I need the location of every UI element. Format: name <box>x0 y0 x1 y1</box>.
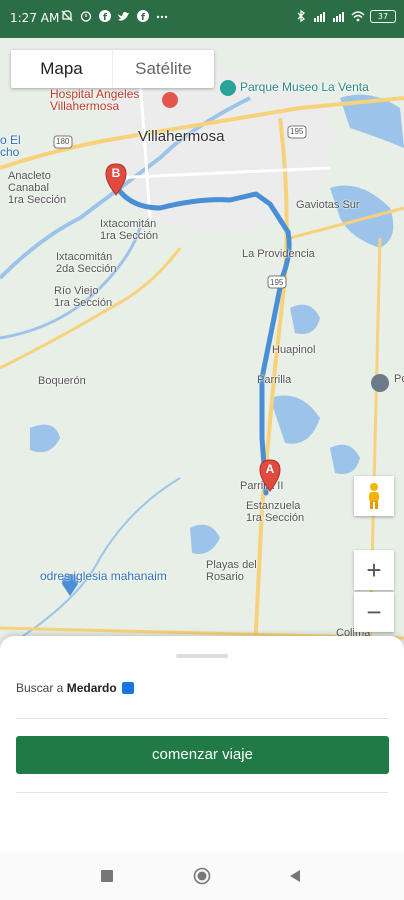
map-label-rio-viejo: Río Viejo 1ra Sección <box>54 285 113 309</box>
route-marker-b[interactable]: B <box>103 162 129 196</box>
route-marker-a-label: A <box>265 462 275 476</box>
map-label-el-chancho: o El cho <box>0 133 21 159</box>
recents-icon[interactable] <box>98 867 116 885</box>
map-label-road-195b: 195 <box>270 278 284 287</box>
map-label-parrilla: Parrilla <box>257 374 292 386</box>
signal-icon <box>314 12 325 22</box>
wifi-icon <box>351 11 365 22</box>
facebook-icon: f <box>99 10 111 23</box>
divider <box>16 718 388 719</box>
map-label-anacleto: Anacleto Canabal 1ra Sección <box>8 170 67 206</box>
map-label-boqueron: Boquerón <box>38 375 86 387</box>
facebook-icon: f <box>137 10 149 23</box>
zoom-out-button[interactable]: − <box>354 592 394 632</box>
search-contact-line[interactable]: Buscar a Medardo <box>16 681 135 695</box>
alarm-icon <box>80 11 92 22</box>
svg-text:f: f <box>141 13 145 23</box>
map-label-road-195: 195 <box>290 127 304 136</box>
map-type-map-button[interactable]: Mapa <box>11 50 112 88</box>
map-label-iglesia: odres iglesia mahanaim <box>40 569 167 583</box>
map-label-gaviotas: Gaviotas Sur <box>296 199 360 211</box>
map-label-ixtacomitan-1: Ixtacomitán 1ra Sección <box>100 218 159 242</box>
search-prefix: Buscar a <box>16 681 64 695</box>
status-time: 1:27 AM <box>10 11 60 25</box>
start-trip-button[interactable]: comenzar viaje <box>16 736 389 774</box>
more-notifications-icon <box>156 15 168 19</box>
map-label-pc: Pc <box>394 373 404 385</box>
street-view-button[interactable] <box>354 476 394 516</box>
status-bar: 1:27 AM f f 37 <box>0 0 404 38</box>
divider <box>16 792 388 793</box>
battery-icon: 37 <box>370 9 396 23</box>
system-nav-bar <box>0 852 404 900</box>
map-label-estanzuela: Estanzuela 1ra Sección <box>246 500 305 524</box>
phone-icon[interactable] <box>122 682 135 694</box>
svg-text:f: f <box>103 13 107 23</box>
map-label-providencia: La Providencia <box>242 248 315 260</box>
zoom-in-button[interactable]: + <box>354 550 394 590</box>
sheet-drag-handle[interactable] <box>176 654 228 658</box>
map-label-hospital: Hospital Angeles Villahermosa <box>50 87 140 113</box>
status-system-icons: 37 <box>294 9 396 23</box>
status-notification-icons: f f <box>60 9 169 23</box>
map-label-huapinol: Huapinol <box>272 344 316 356</box>
back-icon[interactable] <box>286 867 304 885</box>
map-label-parque: Parque Museo La Venta <box>240 80 369 94</box>
bluetooth-icon <box>297 9 306 23</box>
map-type-satellite-button[interactable]: Satélite <box>112 50 214 88</box>
map-label-city: Villahermosa <box>138 128 225 145</box>
map-label-road-180: 180 <box>56 137 70 146</box>
map-label-ixtacomitan-2: Ixtacomitán 2da Sección <box>56 251 117 275</box>
contact-name: Medardo <box>66 681 117 695</box>
map-type-toggle: Mapa Satélite <box>11 50 214 88</box>
twitter-icon <box>118 12 129 21</box>
pegman-icon <box>369 483 379 509</box>
mute-icon <box>61 10 73 22</box>
route-marker-b-label: B <box>111 166 121 180</box>
map-view[interactable]: 180 195 195 Hospital Angeles Villahermos… <box>0 38 404 650</box>
signal-icon <box>333 12 344 22</box>
home-icon[interactable] <box>193 867 211 885</box>
route-marker-a[interactable]: A <box>257 458 283 492</box>
map-label-playas: Playas del Rosario <box>206 559 257 583</box>
